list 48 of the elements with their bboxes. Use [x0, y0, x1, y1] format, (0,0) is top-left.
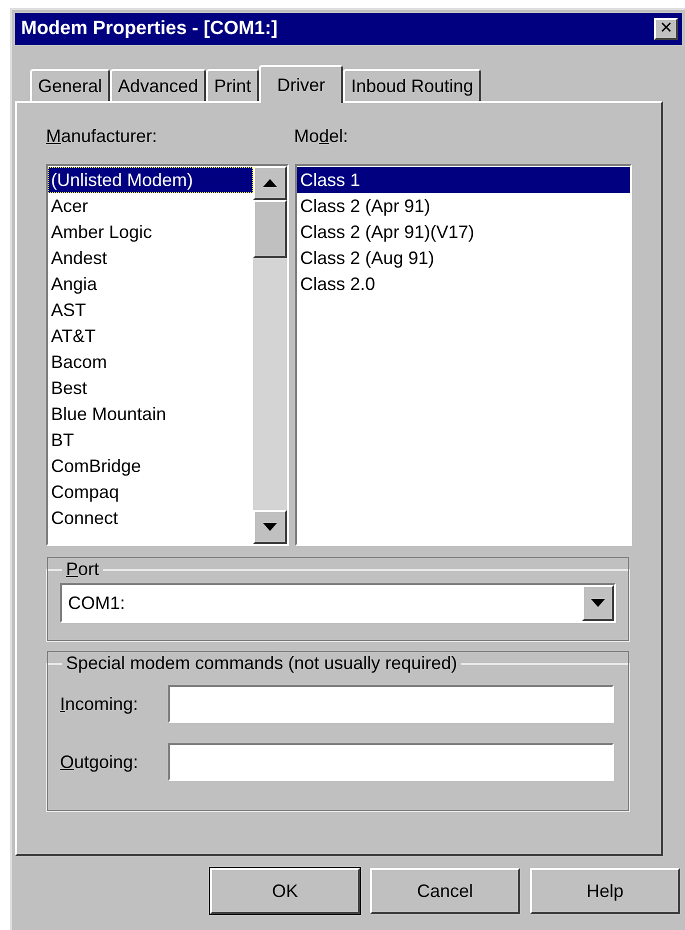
list-item[interactable]: Class 2 (Aug 91) — [297, 245, 630, 271]
list-item[interactable]: Compaq — [48, 479, 254, 505]
list-item[interactable]: Class 2.0 — [297, 271, 630, 297]
field-label: Incoming: — [60, 694, 138, 714]
field-label: Outgoing: — [60, 752, 138, 772]
input-field[interactable] — [168, 743, 614, 781]
tab[interactable]: Inboud Routing — [343, 69, 482, 101]
list-item[interactable]: Bacom — [48, 349, 254, 375]
close-button[interactable]: ✕ — [654, 18, 678, 40]
list-item[interactable]: Amber Logic — [48, 219, 254, 245]
dropdown-button[interactable] — [582, 585, 614, 621]
field-label: Manufacturer: — [46, 126, 158, 146]
scrollbar[interactable] — [253, 166, 288, 544]
dialog-button[interactable]: Cancel — [370, 868, 520, 914]
arrow-down-icon — [263, 523, 278, 531]
dialog-button[interactable]: Help — [530, 868, 680, 914]
window-title: Modem Properties - [COM1:] — [21, 16, 278, 41]
list-item[interactable]: Angia — [48, 271, 254, 297]
list-item[interactable]: BT — [48, 427, 254, 453]
scroll-thumb[interactable] — [253, 200, 288, 258]
port-dropdown[interactable]: COM1: — [60, 583, 616, 623]
list-item[interactable]: ComBridge — [48, 453, 254, 479]
list-item[interactable]: Class 1 — [297, 167, 630, 193]
list-item[interactable]: Andest — [48, 245, 254, 271]
list-item[interactable]: Class 2 (Apr 91) — [297, 193, 630, 219]
tab[interactable]: Advanced — [110, 69, 206, 101]
list-item[interactable]: AST — [48, 297, 254, 323]
model-list[interactable]: Class 1 Class 2 (Apr 91) Class 2 (Apr 91)(V17) Class 2 (Aug 91) Class 2.0 — [295, 164, 632, 546]
list-item[interactable]: Connect — [48, 505, 254, 531]
scroll-up-button[interactable] — [253, 166, 288, 200]
field-label: Model: — [294, 125, 348, 148]
tab[interactable]: Driver — [259, 65, 344, 103]
list-item[interactable]: Class 2 (Apr 91)(V17) — [297, 219, 630, 245]
tab[interactable]: Print — [206, 69, 260, 101]
list-item[interactable]: Best — [48, 375, 254, 401]
list-item[interactable]: Acer — [48, 193, 254, 219]
caret-down-icon — [591, 599, 605, 607]
list-item[interactable]: AT&T — [48, 323, 254, 349]
group-label: Port — [66, 559, 100, 579]
input-field[interactable] — [168, 685, 614, 723]
tab[interactable]: General — [30, 69, 110, 101]
arrow-up-icon — [263, 179, 278, 187]
dialog-button[interactable]: OK — [210, 868, 360, 914]
list-item[interactable]: Blue Mountain — [48, 401, 254, 427]
scroll-down-button[interactable] — [253, 510, 288, 544]
list-item[interactable]: (Unlisted Modem) — [48, 167, 254, 193]
group-label: Special modem commands (not usually required) — [66, 653, 458, 673]
manufacturer-list[interactable]: (Unlisted Modem) Acer Amber Logic Andest Angia AST AT&T Bacom Best Blue Mountain BT ComBridge Compaq Connect — [46, 164, 290, 546]
